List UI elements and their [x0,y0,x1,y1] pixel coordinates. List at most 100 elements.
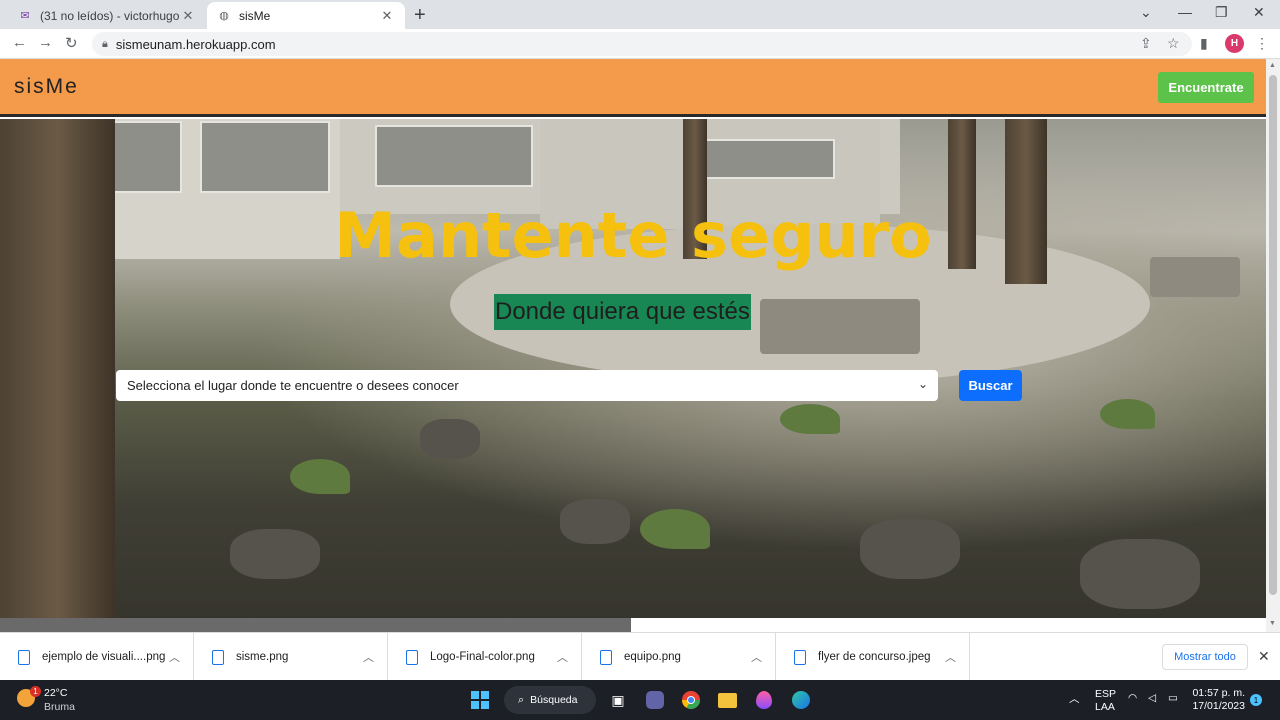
back-icon[interactable]: ← [12,34,27,51]
hero-section: Mantente seguro Donde quiera que estés S… [0,119,1266,632]
file-icon [406,649,418,665]
tab-search-chevron-icon[interactable]: ⌄ [1140,4,1152,21]
tab-sisme[interactable]: ◍ sisMe ✕ [207,2,405,29]
chevron-up-icon[interactable]: ︿ [1069,691,1080,706]
edge-icon[interactable] [790,689,812,711]
forward-icon[interactable]: → [38,34,53,51]
close-tab-icon[interactable]: ✕ [379,8,395,24]
file-explorer-icon[interactable] [716,689,738,711]
location-select[interactable]: Selecciona el lugar donde te encuentre o… [116,370,938,401]
chevron-up-icon[interactable]: ︿ [945,649,969,665]
minimize-icon[interactable]: — [1178,4,1192,20]
tab-title: sisMe [239,8,271,23]
site-logo[interactable]: sisMe [14,75,79,99]
weather-condition: Bruma [44,701,75,713]
show-all-downloads-button[interactable]: Mostrar todo [1162,644,1248,670]
browser-toolbar: ← → ↻ 🔒︎ sismeunam.herokuapp.com ⇪ ☆ ▮ H… [0,29,1280,59]
plant [1100,399,1155,429]
download-filename: sisme.png [236,651,289,663]
date: 17/01/2023 [1192,700,1245,712]
download-item[interactable]: flyer de concurso.jpeg ︿ [776,633,970,681]
rock [230,529,320,579]
temperature: 22°C [44,687,68,699]
tab-title: (31 no leídos) - victorhugo1959@ [40,8,180,23]
tab-gmail[interactable]: ✉ (31 no leídos) - victorhugo1959@ ✕ [8,2,206,29]
site-navbar: sisMe Encuentrate [0,59,1266,117]
new-tab-icon[interactable]: + [414,4,426,27]
tree-trunk [0,119,115,618]
task-view-icon[interactable]: ▣ [607,689,629,711]
chevron-up-icon[interactable]: ︿ [169,649,193,665]
download-item[interactable]: ejemplo de visuali....png ︿ [0,633,194,681]
close-icon[interactable]: ✕ [1258,648,1270,665]
profile-avatar[interactable]: H [1225,34,1244,53]
url-text: sismeunam.herokuapp.com [115,36,276,52]
page-scrollbar[interactable]: ▲ ▼ [1266,59,1280,632]
paint-icon[interactable] [753,689,775,711]
hero-title: Mantente seguro [334,199,932,272]
next-section-peek [631,618,1266,632]
rock [1080,539,1200,609]
address-bar[interactable]: 🔒︎ sismeunam.herokuapp.com [92,32,1192,56]
select-placeholder: Selecciona el lugar donde te encuentre o… [127,378,459,393]
plant [640,509,710,549]
plant [780,404,840,434]
volume-icon[interactable]: ◁ [1148,692,1156,704]
language-indicator[interactable]: ESP LAA [1095,688,1116,714]
taskbar-search[interactable]: ⌕ Búsqueda [504,686,596,714]
weather-badge: 1 [30,686,41,697]
bench [760,299,920,354]
chrome-icon[interactable] [680,689,702,711]
rock [560,499,630,544]
time: 01:57 p. m. [1192,687,1245,699]
side-panel-icon[interactable]: ▮ [1200,35,1208,52]
chevron-down-icon: ⌄ [917,377,928,391]
share-icon[interactable]: ⇪ [1140,35,1152,52]
file-icon [794,649,806,665]
reload-icon[interactable]: ↻ [65,34,78,52]
window [375,125,533,187]
scrollbar-thumb[interactable] [1269,75,1277,595]
notification-badge[interactable]: 1 [1250,694,1262,706]
window [200,121,330,193]
download-filename: flyer de concurso.jpeg [818,651,931,663]
file-icon [212,649,224,665]
next-section-peek [0,618,631,632]
close-window-icon[interactable]: ✕ [1253,4,1265,21]
chevron-up-icon[interactable]: ︿ [751,649,775,665]
close-tab-icon[interactable]: ✕ [180,8,196,24]
maximize-icon[interactable]: ❐ [1215,4,1228,21]
rock [420,419,480,459]
search-label: Búsqueda [530,694,578,706]
start-icon[interactable] [469,689,491,711]
window [705,139,835,179]
wifi-icon[interactable]: ◠ [1128,692,1137,704]
chevron-up-icon[interactable]: ︿ [557,649,581,665]
battery-icon[interactable]: ▭ [1168,692,1178,704]
download-filename: equipo.png [624,651,681,663]
encuentrate-button[interactable]: Encuentrate [1158,72,1254,103]
plant [290,459,350,494]
download-filename: ejemplo de visuali....png [42,651,166,663]
bookmark-star-icon[interactable]: ☆ [1167,35,1180,52]
scroll-up-icon[interactable]: ▲ [1269,62,1276,69]
menu-kebab-icon[interactable]: ⋮ [1255,35,1269,52]
rock [860,519,960,579]
lock-icon: 🔒︎ [102,37,108,50]
language-code: ESP [1095,688,1117,700]
hero-subtitle: Donde quiera que estés [494,294,751,330]
scroll-down-icon[interactable]: ▼ [1269,620,1276,627]
globe-icon: ◍ [219,10,229,22]
file-icon [600,649,612,665]
download-item[interactable]: sisme.png ︿ [194,633,388,681]
keyboard-layout: LAA [1095,701,1115,713]
download-item[interactable]: equipo.png ︿ [582,633,776,681]
download-item[interactable]: Logo-Final-color.png ︿ [388,633,582,681]
tab-strip: ✉ (31 no leídos) - victorhugo1959@ ✕ ◍ s… [0,0,1280,29]
download-shelf: ejemplo de visuali....png ︿ sisme.png ︿ … [0,632,1280,681]
clock[interactable]: 01:57 p. m. 17/01/2023 [1190,687,1245,713]
chevron-up-icon[interactable]: ︿ [363,649,387,665]
mail-icon: ✉ [20,10,30,22]
teams-chat-icon[interactable] [644,689,666,711]
search-button[interactable]: Buscar [959,370,1022,401]
